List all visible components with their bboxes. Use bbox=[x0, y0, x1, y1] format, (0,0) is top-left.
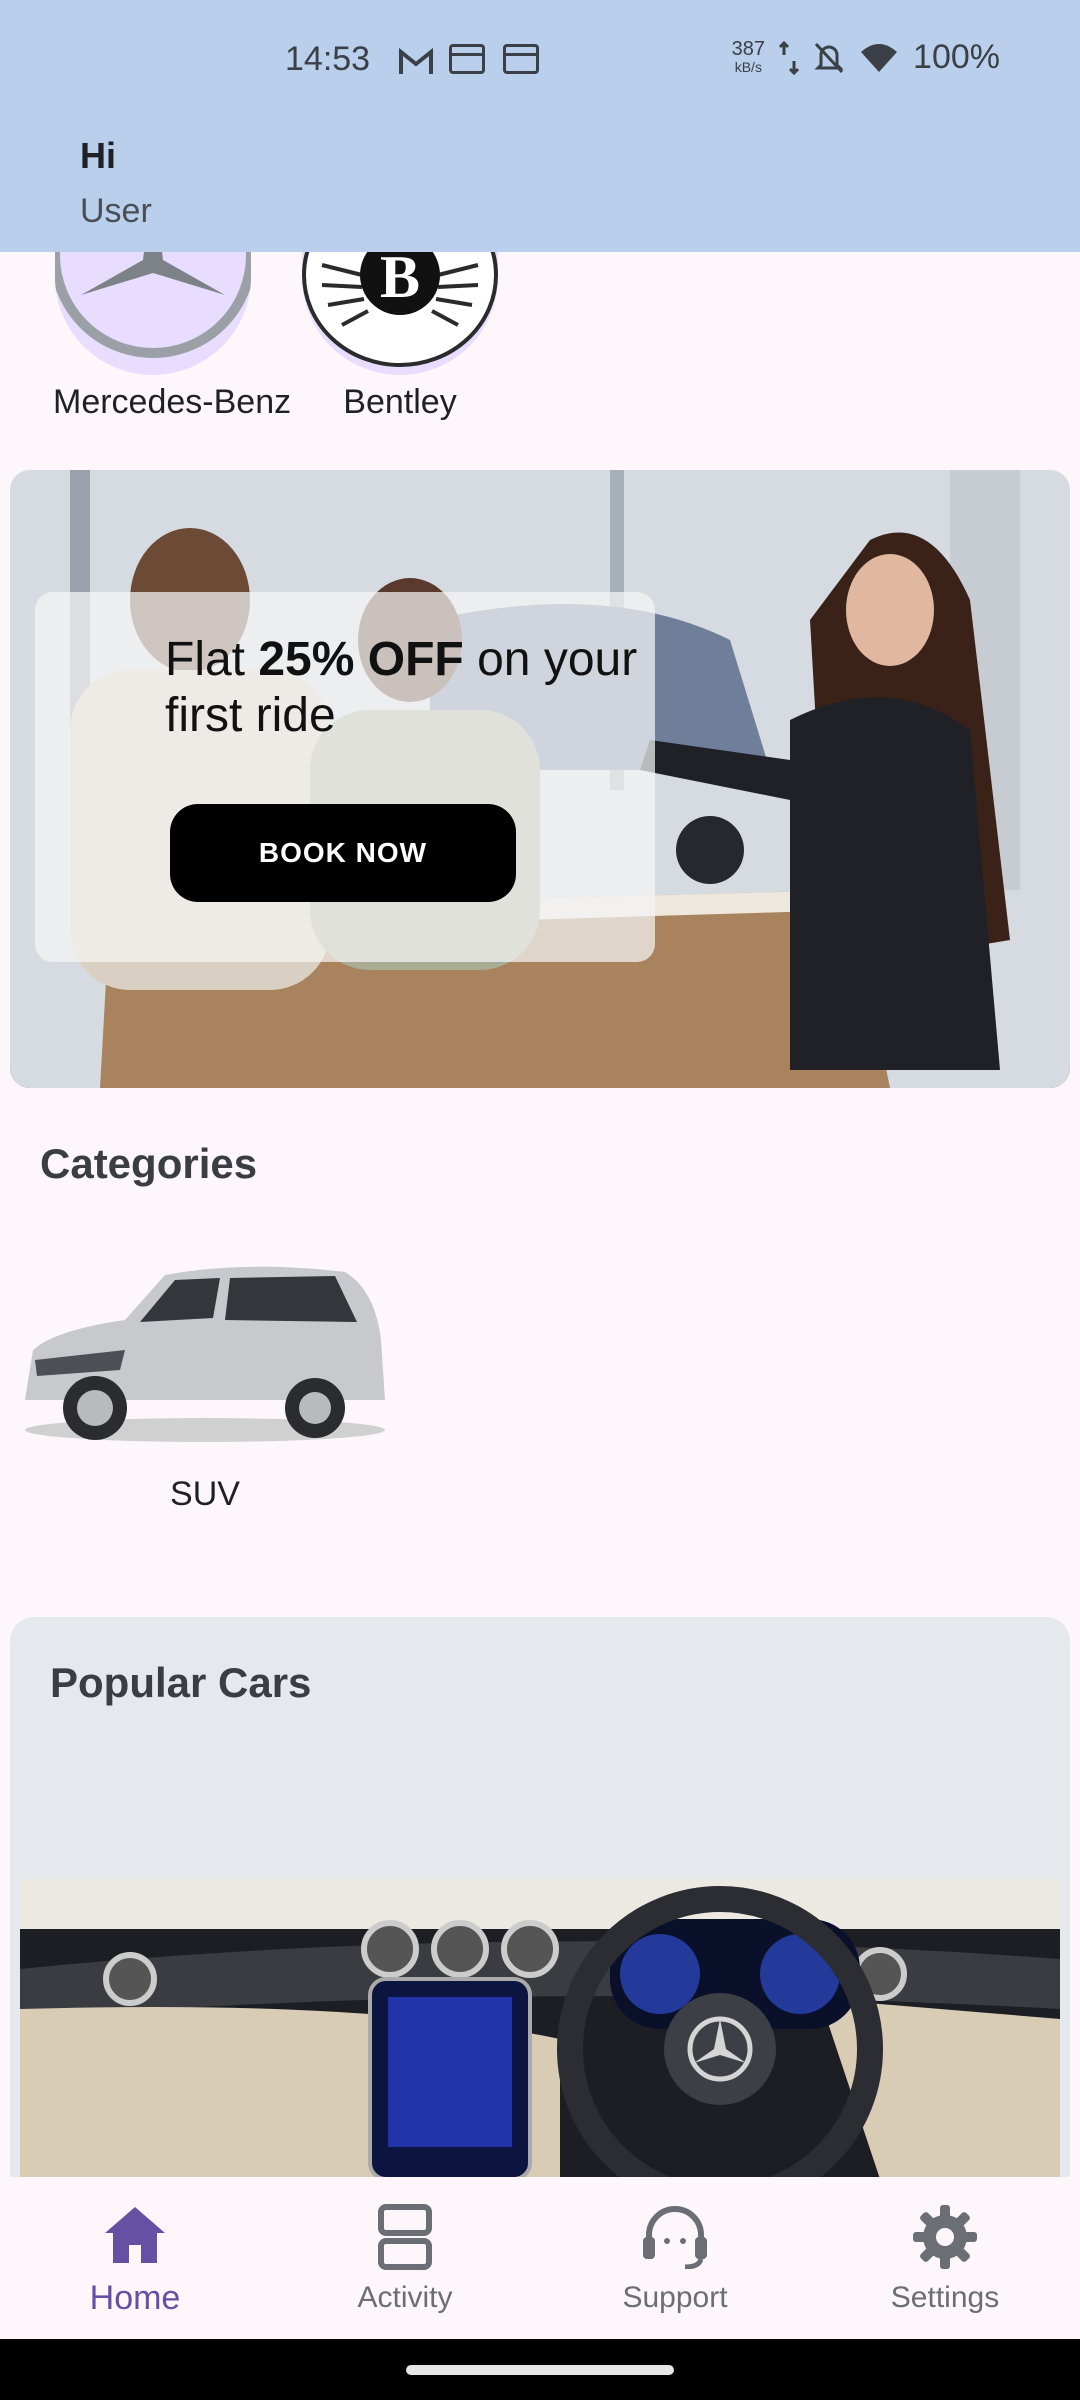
gmail-icon bbox=[395, 44, 433, 74]
wifi-icon bbox=[861, 43, 898, 72]
nav-label: Home bbox=[89, 2278, 181, 2317]
battery-level: 100% bbox=[913, 38, 1000, 76]
data-arrows-icon bbox=[779, 40, 800, 75]
nav-settings[interactable]: Settings bbox=[830, 2201, 1060, 2315]
notification-icons bbox=[395, 44, 539, 74]
nav-home[interactable]: Home bbox=[20, 2199, 250, 2318]
nav-label: Activity bbox=[357, 2281, 453, 2314]
brand-label: Bentley bbox=[343, 383, 457, 421]
car-interior-image bbox=[20, 1879, 1060, 2179]
promo-banner[interactable]: Flat 25% OFF on your first ride BOOK NOW bbox=[10, 470, 1070, 1088]
status-indicators: 387 kB/s 100% bbox=[732, 38, 1000, 77]
promo-card: Flat 25% OFF on your first ride BOOK NOW bbox=[35, 592, 655, 962]
category-label: SUV bbox=[170, 1475, 240, 1513]
nav-label: Settings bbox=[890, 2281, 1000, 2314]
greeting-username: User bbox=[80, 192, 152, 230]
bottom-navigation: Home Activity Support Settings bbox=[0, 2177, 1080, 2339]
nav-support[interactable]: Support bbox=[560, 2201, 790, 2315]
brand-label: Mercedes-Benz bbox=[53, 383, 292, 421]
calendar-icon bbox=[449, 44, 485, 74]
svg-text:B: B bbox=[380, 244, 420, 310]
support-icon bbox=[560, 2201, 790, 2273]
mute-icon bbox=[814, 42, 844, 73]
activity-icon bbox=[290, 2201, 520, 2273]
calendar-icon bbox=[503, 44, 539, 74]
app-header: 14:53 387 kB/s 100% Hi User bbox=[0, 0, 1080, 252]
suv-image bbox=[25, 1266, 385, 1442]
book-now-button[interactable]: BOOK NOW bbox=[170, 804, 516, 902]
category-suv[interactable]: SUV bbox=[15, 1250, 395, 1514]
home-icon bbox=[20, 2199, 250, 2271]
nav-activity[interactable]: Activity bbox=[290, 2201, 520, 2315]
status-time: 14:53 bbox=[285, 40, 371, 78]
categories-title: Categories bbox=[40, 1140, 258, 1187]
home-gesture-handle[interactable] bbox=[406, 2365, 674, 2375]
gesture-bar bbox=[0, 2339, 1080, 2400]
greeting-title: Hi bbox=[80, 135, 116, 176]
popular-cars-title: Popular Cars bbox=[50, 1659, 312, 1706]
network-speed: 387 kB/s bbox=[731, 37, 766, 75]
nav-label: Support bbox=[622, 2281, 728, 2314]
popular-car-card[interactable] bbox=[20, 1879, 1060, 2179]
promo-text: Flat 25% OFF on your first ride bbox=[165, 633, 638, 742]
settings-icon bbox=[830, 2201, 1060, 2273]
